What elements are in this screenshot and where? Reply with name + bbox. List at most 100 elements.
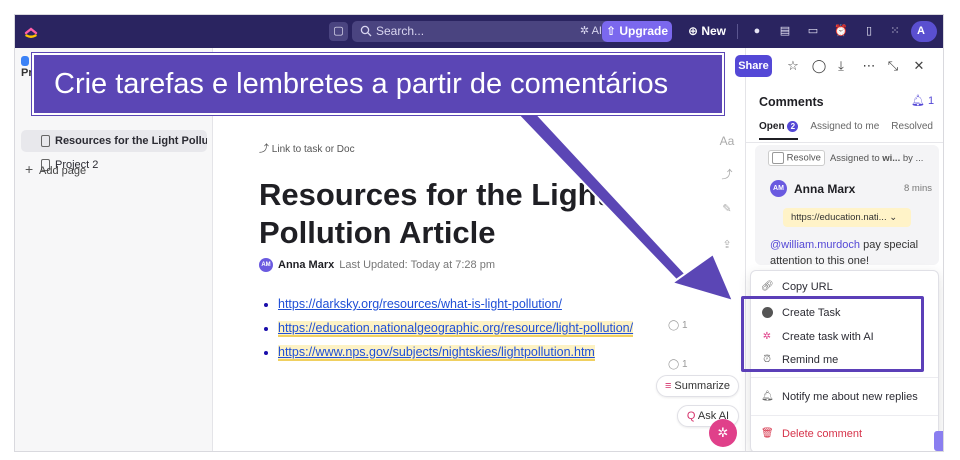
- tab-open-label: Open: [759, 121, 785, 132]
- alarm-clock-icon[interactable]: ⏰: [833, 23, 849, 39]
- link-list: https://darksky.org/resources/what-is-li…: [264, 296, 644, 368]
- add-page-button[interactable]: + Add page: [25, 161, 86, 177]
- list-item: https://darksky.org/resources/what-is-li…: [278, 296, 644, 313]
- assigned-prefix: Assigned to: [829, 152, 880, 164]
- check-circle-icon[interactable]: ●: [749, 23, 765, 39]
- comments-notification[interactable]: 🔔︎ 1: [911, 94, 934, 107]
- user-avatar-initial: A: [917, 25, 925, 37]
- comment-author: AM Anna Marx: [770, 180, 855, 197]
- tab-assigned-to-me[interactable]: Assigned to me: [810, 121, 879, 140]
- apps-grid-icon[interactable]: ⁙: [887, 23, 903, 39]
- search-ai-label: AI: [591, 25, 602, 37]
- sidebar-item-resources[interactable]: Resources for the Light Polluti...: [21, 130, 207, 152]
- comments-title: Comments: [759, 95, 824, 109]
- link-nps[interactable]: https://www.nps.gov/subjects/nightskies/…: [278, 345, 595, 361]
- comment-count-1[interactable]: ◯ 1: [668, 320, 688, 331]
- comments-toggle-icon[interactable]: ◯: [811, 57, 827, 75]
- comment-count-value: 1: [681, 320, 688, 331]
- list-item: https://education.nationalgeographic.org…: [278, 320, 644, 337]
- menu-item-label: Notify me about new replies: [782, 391, 918, 403]
- summarize-icon: ≡: [664, 380, 672, 392]
- author-avatar: AM: [259, 258, 273, 272]
- menu-divider: [751, 415, 938, 416]
- link-task-label: Link to task or Doc: [271, 144, 355, 155]
- panel-scroll-handle[interactable]: [934, 431, 943, 451]
- trash-icon: 🗑︎: [761, 428, 774, 439]
- chevron-down-icon: ⌄: [889, 212, 898, 223]
- space-icon[interactable]: [21, 56, 29, 66]
- summarize-button[interactable]: ≡ Summarize: [656, 375, 739, 397]
- calendar-icon[interactable]: ▢: [329, 22, 348, 41]
- wand-tool-icon[interactable]: ✎: [719, 201, 735, 217]
- ai-fab-button[interactable]: ✲: [709, 419, 737, 447]
- link-tool-icon[interactable]: ⤴: [719, 167, 735, 183]
- download-icon[interactable]: ⤓: [833, 57, 849, 75]
- link-icon: 🔗︎: [761, 281, 774, 292]
- sidebar-item-label: Resources for the Light Polluti...: [55, 135, 207, 147]
- user-avatar[interactable]: A: [911, 21, 937, 42]
- assigned-user: wi...: [882, 152, 901, 164]
- search-placeholder: Search...: [376, 24, 425, 38]
- link-natgeo[interactable]: https://education.nationalgeographic.org…: [278, 321, 634, 337]
- more-icon[interactable]: ⋯: [861, 57, 877, 75]
- summarize-label: Summarize: [674, 380, 731, 392]
- search-ai-button[interactable]: ✲ AI: [580, 21, 602, 42]
- comments-count: 1: [928, 95, 935, 107]
- share-upload-icon[interactable]: ⇪: [719, 237, 735, 253]
- plus-icon: +: [25, 161, 34, 177]
- tab-open-badge: 2: [787, 121, 799, 132]
- menu-item-notify-replies[interactable]: 🔔︎ Notify me about new replies: [761, 391, 918, 403]
- highlight-box: [741, 296, 924, 372]
- star-icon[interactable]: ☆: [785, 57, 801, 75]
- comment-url-text: https://education.nati...: [791, 212, 887, 223]
- topbar-divider: [737, 24, 738, 39]
- clickup-logo-icon[interactable]: [23, 23, 39, 39]
- font-tool-icon[interactable]: Aa: [719, 133, 735, 149]
- share-button[interactable]: Share: [735, 55, 772, 77]
- comment-text: @william.murdoch pay special attention t…: [770, 237, 935, 269]
- comment-time: 8 mins: [904, 183, 932, 194]
- upgrade-button[interactable]: ⇧ Upgrade: [602, 21, 672, 42]
- menu-item-delete-comment[interactable]: 🗑︎ Delete comment: [761, 428, 862, 440]
- ask-ai-icon: Q: [686, 410, 696, 422]
- list-item: https://www.nps.gov/subjects/nightskies/…: [278, 344, 644, 361]
- video-icon[interactable]: ▭: [805, 23, 821, 39]
- tabs-divider: [746, 142, 943, 143]
- new-label: New: [701, 24, 727, 38]
- doc-author: AM Anna Marx Last Updated: Today at 7:28…: [259, 258, 495, 272]
- search-input[interactable]: Search... ✲ AI: [352, 21, 610, 42]
- link-task-button[interactable]: ⤴ Link to task or Doc: [259, 140, 355, 155]
- resolve-label: Resolve: [786, 152, 821, 164]
- link-darksky[interactable]: https://darksky.org/resources/what-is-li…: [278, 297, 562, 311]
- tab-open[interactable]: Open 2: [759, 121, 799, 140]
- stage: ▢ Search... ✲ AI ⇧ Upgrade ⊕ New ● ▤ ▭ ⏰…: [0, 0, 960, 460]
- notepad-icon[interactable]: ▤: [777, 23, 793, 39]
- comment-count-2[interactable]: ◯ 1: [668, 359, 688, 370]
- collapse-icon[interactable]: ⤡: [885, 57, 901, 75]
- close-icon[interactable]: ✕: [911, 57, 927, 75]
- doc-icon: [41, 135, 50, 147]
- tab-resolved[interactable]: Resolved: [891, 121, 933, 140]
- sidebar-header: Pr: [21, 67, 33, 79]
- upgrade-label: Upgrade: [619, 24, 669, 38]
- page-title[interactable]: Resources for the Light Pollution Articl…: [259, 176, 699, 252]
- comment-url-chip[interactable]: https://education.nati... ⌄: [783, 208, 911, 227]
- comments-tabs: Open 2 Assigned to me Resolved: [759, 121, 933, 140]
- new-button[interactable]: ⊕ New: [682, 21, 732, 42]
- menu-item-label: Delete comment: [782, 428, 863, 440]
- menu-item-copy-url[interactable]: 🔗︎ Copy URL: [761, 281, 833, 293]
- bell-icon: 🔔︎: [761, 391, 774, 402]
- assigned-by: by ...: [902, 152, 924, 164]
- comment-card-actions: Resolve Assigned to wi... by ...: [768, 150, 923, 166]
- comment-author-name: Anna Marx: [794, 181, 856, 196]
- assigned-to[interactable]: Assigned to wi... by ...: [830, 153, 923, 164]
- search-icon: [360, 25, 372, 37]
- author-name: Anna Marx: [278, 259, 335, 271]
- resolve-checkbox[interactable]: [772, 152, 784, 164]
- menu-divider: [751, 377, 938, 378]
- mention-link[interactable]: @william.murdoch: [770, 239, 860, 251]
- resolve-button[interactable]: Resolve: [768, 150, 825, 166]
- document-icon[interactable]: ▯: [861, 23, 877, 39]
- top-bar: ▢ Search... ✲ AI ⇧ Upgrade ⊕ New ● ▤ ▭ ⏰…: [15, 15, 943, 48]
- add-page-label: Add page: [39, 165, 87, 177]
